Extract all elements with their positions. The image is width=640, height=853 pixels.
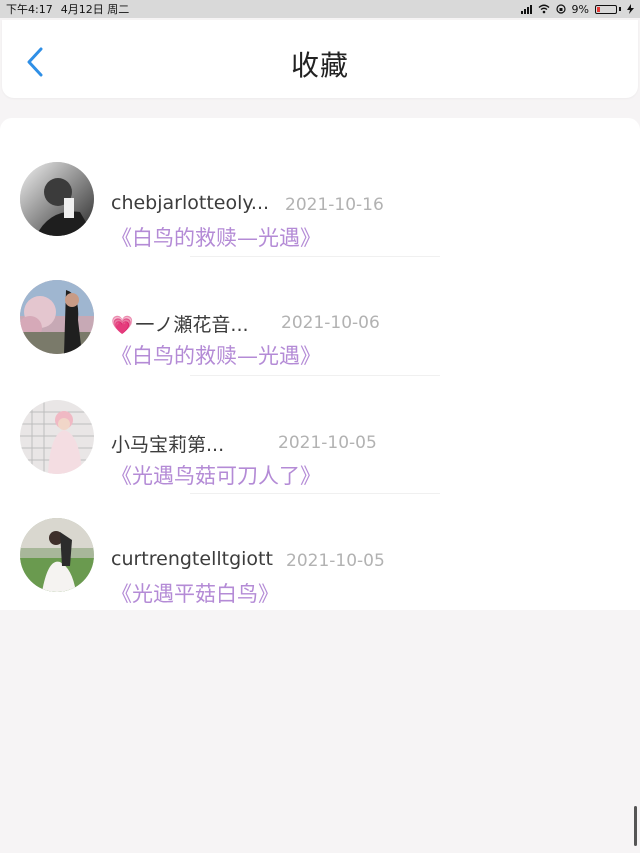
status-date: 4月12日 周二: [60, 3, 130, 16]
list-item[interactable]: 💗 一ノ瀬花音... 2021-10-06 《白鸟的救赎—光遇》: [0, 258, 640, 376]
status-time: 下午4:17: [6, 3, 53, 16]
list-item[interactable]: curtrengtelltgiott 2021-10-05 《光遇平菇白鸟》: [0, 496, 640, 614]
orientation-lock-icon: [555, 4, 566, 14]
battery-percent: 9%: [571, 2, 589, 16]
work-title[interactable]: 《白鸟的救赎—光遇》: [111, 340, 321, 370]
heart-icon: 💗: [111, 315, 134, 336]
divider: [190, 256, 440, 257]
user-name: chebjarlotteoly...: [111, 192, 270, 214]
avatar[interactable]: [20, 518, 94, 592]
user-name: 小马宝莉第...: [111, 434, 225, 456]
work-title[interactable]: 《白鸟的救赎—光遇》: [111, 222, 321, 252]
list-item[interactable]: chebjarlotteoly... 2021-10-16 《白鸟的救赎—光遇》: [0, 140, 640, 258]
battery-nub: [619, 7, 621, 11]
work-title[interactable]: 《光遇平菇白鸟》: [111, 578, 279, 608]
avatar[interactable]: [20, 400, 94, 474]
page-title: 收藏: [290, 49, 349, 82]
user-name: 💗 一ノ瀬花音...: [111, 310, 249, 337]
navigation-bar: 收藏: [2, 20, 638, 98]
wifi-icon: [538, 4, 550, 14]
charging-icon: [627, 4, 634, 14]
status-bar: 下午4:17 4月12日 周二 9%: [0, 0, 640, 18]
divider: [190, 375, 440, 376]
signal-icon: [520, 4, 532, 14]
list-item[interactable]: 小马宝莉第... 2021-10-05 《光遇鸟菇可刀人了》: [0, 378, 640, 496]
post-date: 2021-10-05: [278, 433, 377, 453]
status-left: 下午4:17 4月12日 周二: [6, 1, 129, 17]
user-name: curtrengtelltgiott: [111, 548, 273, 570]
favorites-list: chebjarlotteoly... 2021-10-16 《白鸟的救赎—光遇》…: [0, 118, 640, 610]
avatar[interactable]: [20, 280, 94, 354]
work-title[interactable]: 《光遇鸟菇可刀人了》: [111, 460, 321, 490]
battery-icon: [595, 4, 617, 14]
status-right: 9%: [520, 2, 634, 16]
post-date: 2021-10-06: [281, 313, 380, 333]
post-date: 2021-10-05: [286, 551, 385, 571]
divider: [190, 493, 440, 494]
scrollbar[interactable]: [634, 806, 637, 846]
avatar[interactable]: [20, 162, 94, 236]
user-name-text: 一ノ瀬花音...: [135, 314, 249, 336]
post-date: 2021-10-16: [285, 195, 384, 215]
